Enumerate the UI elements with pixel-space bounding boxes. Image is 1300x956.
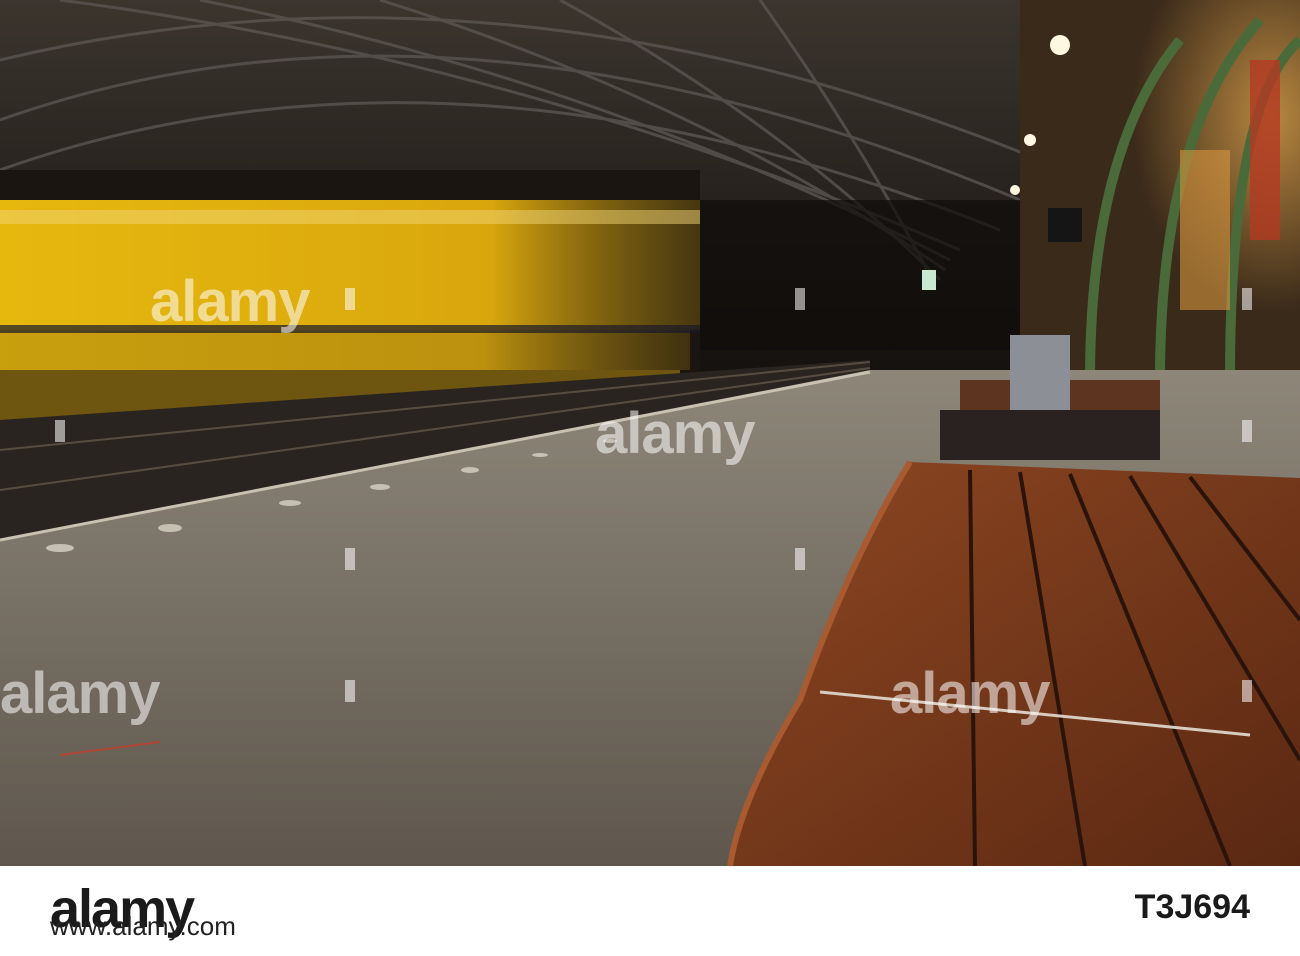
watermark-mark	[55, 420, 65, 442]
watermark-mark	[1242, 680, 1252, 702]
watermark-mark	[1242, 420, 1252, 442]
display-board	[1048, 208, 1082, 242]
watermark-mark	[345, 680, 355, 702]
watermark-mark	[345, 288, 355, 310]
station-photo: alamy alamy alamy alamy	[0, 0, 1300, 866]
watermark-mark	[345, 548, 355, 570]
station-scene	[0, 0, 1300, 866]
ceiling-light	[1050, 35, 1070, 55]
watermark-mark	[1242, 288, 1252, 310]
watermark-mark	[795, 288, 805, 310]
watermark-mark	[795, 548, 805, 570]
footer-url: www.alamy.com	[50, 911, 236, 941]
image-id: T3J694	[1134, 888, 1250, 926]
